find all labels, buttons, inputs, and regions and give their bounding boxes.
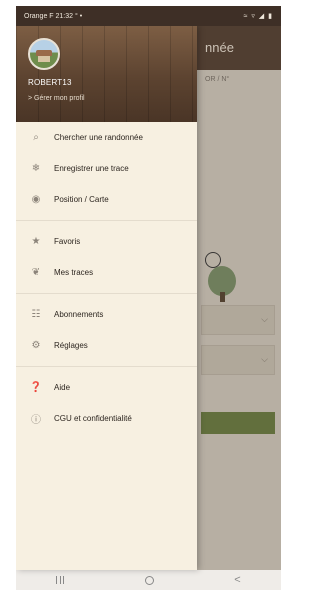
menu-divider [16,293,197,294]
status-icons: ≈ ▿ ◢ ▮ [243,13,273,20]
menu-item-label: Aide [54,383,71,392]
menu-item-label: Enregistrer une trace [54,164,129,173]
menu-divider [16,220,197,221]
home-icon[interactable] [144,575,154,585]
subscriptions-icon: ☷ [31,309,41,320]
location-target-icon: ◉ [31,194,41,205]
info-icon: ⓘ [31,415,41,426]
star-icon: ★ [31,236,41,247]
menu-item-label: Abonnements [54,310,104,319]
search-icon: ⌕ [33,132,39,143]
username: ROBERT13 [28,78,72,87]
avatar[interactable] [28,38,60,70]
menu-item-label: Favoris [54,237,81,246]
system-nav-bar: < [16,570,281,590]
menu-item[interactable]: ❄ Enregistrer une trace [16,153,197,184]
menu-item[interactable]: ⚙ Réglages [16,330,197,361]
back-icon[interactable]: < [234,574,240,586]
status-carrier-time: Orange F 21:32 ° • [24,12,83,20]
recents-icon[interactable] [56,576,65,584]
menu-item-label: Mes traces [54,268,94,277]
gear-icon: ⚙ [31,340,41,351]
drawer-menu: ⌕ Chercher une randonnée ❄ Enregistrer une … [16,122,197,434]
menu-item-label: Réglages [54,341,88,350]
menu-item[interactable]: ☷ Abonnements [16,299,197,330]
menu-item[interactable]: ★ Favoris [16,226,197,257]
navigation-drawer: ROBERT13 > Gérer mon profil ⌕ Chercher un… [16,26,197,570]
menu-item-label: Chercher une randonnée [54,133,143,142]
manage-profile-link[interactable]: > Gérer mon profil [28,95,85,102]
drawer-header: ROBERT13 > Gérer mon profil [16,26,197,122]
status-bar: Orange F 21:32 ° • ≈ ▿ ◢ ▮ [16,6,281,26]
phone-screen: Orange F 21:32 ° • ≈ ▿ ◢ ▮ nnée OR / N° … [16,6,281,590]
menu-item[interactable]: ⌕ Chercher une randonnée [16,122,197,153]
menu-item[interactable]: ⓘ CGU et confidentialité [16,403,197,434]
menu-item-label: Position / Carte [54,195,109,204]
menu-item-label: CGU et confidentialité [54,414,132,423]
hiker-icon: ❄ [31,163,41,174]
help-icon: ❓ [29,382,43,393]
footsteps-icon: ❦ [31,267,41,278]
menu-item[interactable]: ❓ Aide [16,372,197,403]
menu-divider [16,366,197,367]
menu-item[interactable]: ◉ Position / Carte [16,184,197,215]
menu-item[interactable]: ❦ Mes traces [16,257,197,288]
